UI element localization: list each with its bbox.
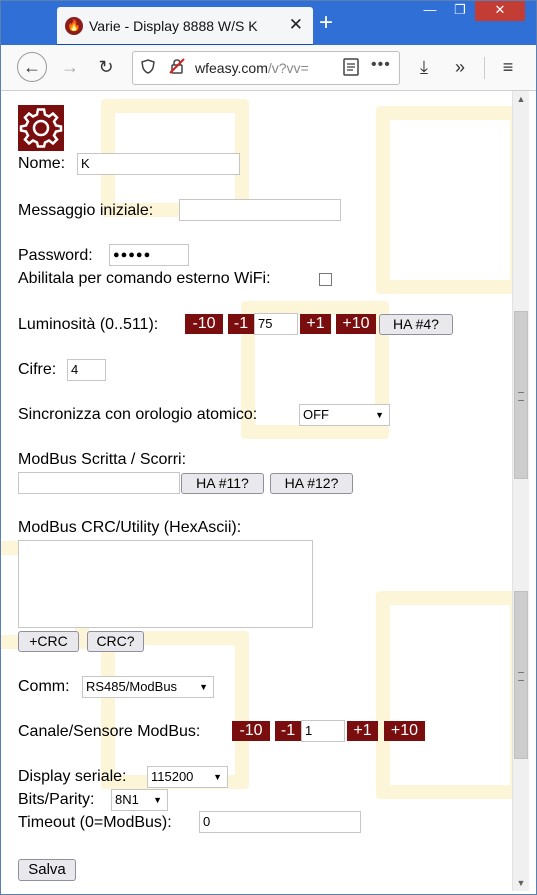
messaggio-input[interactable] [179, 199, 341, 221]
shield-icon[interactable] [141, 59, 155, 77]
modbus-scritta-label: ModBus Scritta / Scorri: [18, 451, 187, 468]
password-label: Password: [18, 247, 93, 264]
crc-label: ModBus CRC/Utility (HexAscii): [18, 519, 242, 536]
display-seriale-value: 115200 [151, 769, 194, 784]
sync-label: Sincronizza con orologio atomico: [18, 406, 258, 423]
display-seriale-label: Display seriale: [18, 768, 127, 785]
url-path: /v?vv= [267, 60, 309, 76]
ha4-button[interactable]: HA #4? [379, 314, 453, 335]
reader-view-icon[interactable] [343, 58, 359, 80]
url-bar[interactable]: wfeasy.com/v?vv= ••• [132, 51, 400, 85]
ha12-button[interactable]: HA #12? [270, 473, 353, 494]
check-crc-button[interactable]: CRC? [87, 631, 144, 652]
background-monitor-icon [376, 106, 512, 294]
cifre-label: Cifre: [18, 361, 57, 378]
luminosita-minus10-button[interactable]: -10 [185, 314, 223, 334]
insecure-lock-icon[interactable] [169, 58, 185, 77]
canale-input[interactable]: 1 [301, 720, 345, 742]
chevron-down-icon: ▼ [153, 795, 162, 805]
download-button[interactable]: ⤓ [409, 52, 439, 82]
tab-strip: 🔥 Varie - Display 8888 W/S K ✕ + — ❐ ✕ [1, 1, 536, 45]
luminosita-input[interactable]: 75 [254, 313, 298, 335]
page-scrollbar[interactable]: ▲ ▼ [512, 91, 529, 891]
grip-icon [518, 392, 524, 401]
bits-label: Bits/Parity: [18, 791, 95, 808]
scrollbar-thumb[interactable] [514, 311, 528, 479]
add-crc-button[interactable]: +CRC [18, 631, 79, 652]
close-icon[interactable]: ✕ [289, 15, 303, 35]
nav-toolbar: ← → ↻ wfeasy.com/v?vv= ••• ⤓ » ≡ [1, 45, 536, 91]
canale-label: Canale/Sensore ModBus: [18, 723, 201, 740]
url-text[interactable]: wfeasy.com/v?vv= [195, 60, 330, 76]
url-domain: wfeasy.com [195, 60, 268, 76]
password-input[interactable]: ●●●●● [109, 244, 189, 266]
toolbar-separator [484, 57, 485, 79]
comm-select[interactable]: RS485/ModBus ▼ [82, 676, 214, 698]
chevron-down-icon: ▼ [375, 410, 384, 420]
bits-select[interactable]: 8N1 ▼ [111, 789, 168, 811]
active-tab[interactable]: 🔥 Varie - Display 8888 W/S K ✕ [57, 7, 313, 45]
scrollbar-thumb-secondary[interactable] [514, 591, 528, 759]
messaggio-label: Messaggio iniziale: [18, 202, 154, 219]
modbus-scritta-input[interactable] [18, 472, 180, 494]
luminosita-label: Luminosità (0..511): [18, 316, 159, 333]
scroll-down-arrow-icon[interactable]: ▼ [513, 875, 529, 891]
timeout-label: Timeout (0=ModBus): [18, 814, 172, 831]
page-actions-icon[interactable]: ••• [371, 56, 391, 74]
window-close-button[interactable]: ✕ [475, 1, 525, 21]
canale-plus1-button[interactable]: +1 [347, 721, 378, 741]
back-button[interactable]: ← [17, 52, 47, 82]
save-button[interactable]: Salva [18, 859, 76, 881]
nome-input[interactable]: K [77, 153, 240, 175]
chevron-down-icon: ▼ [199, 682, 208, 692]
canale-plus10-button[interactable]: +10 [384, 721, 425, 741]
forward-button[interactable]: → [55, 52, 85, 82]
comm-label: Comm: [18, 678, 70, 695]
new-tab-button[interactable]: + [319, 11, 333, 35]
page-content: Nome: K Messaggio iniziale: Password: ●●… [1, 91, 512, 891]
sync-select-value: OFF [303, 407, 329, 422]
overflow-button[interactable]: » [445, 52, 475, 82]
display-seriale-select[interactable]: 115200 ▼ [147, 766, 228, 788]
settings-gear-icon[interactable] [18, 105, 64, 151]
canale-minus10-button[interactable]: -10 [232, 721, 270, 741]
reload-button[interactable]: ↻ [91, 52, 121, 82]
ha11-button[interactable]: HA #11? [181, 473, 264, 494]
browser-window: 🔥 Varie - Display 8888 W/S K ✕ + — ❐ ✕ ←… [0, 0, 537, 895]
canale-minus1-button[interactable]: -1 [275, 721, 301, 741]
timeout-input[interactable]: 0 [199, 811, 361, 833]
nome-label: Nome: [18, 155, 66, 172]
scroll-up-arrow-icon[interactable]: ▲ [513, 91, 529, 107]
luminosita-plus1-button[interactable]: +1 [300, 314, 331, 334]
luminosita-plus10-button[interactable]: +10 [336, 314, 376, 334]
bits-select-value: 8N1 [115, 792, 139, 807]
wifi-label: Abilitala per comando esterno WiFi: [18, 270, 271, 287]
comm-select-value: RS485/ModBus [86, 679, 178, 694]
sync-select[interactable]: OFF ▼ [299, 404, 390, 426]
cifre-input[interactable]: 4 [67, 359, 106, 381]
crc-textarea[interactable] [18, 540, 313, 628]
tab-title: Varie - Display 8888 W/S K [89, 18, 258, 34]
fire-favicon-icon: 🔥 [65, 17, 83, 35]
grip-icon [518, 672, 524, 681]
background-monitor-icon [376, 591, 512, 799]
luminosita-minus1-button[interactable]: -1 [228, 314, 254, 334]
minimize-button[interactable]: — [415, 1, 445, 21]
maximize-button[interactable]: ❐ [445, 1, 475, 21]
menu-button[interactable]: ≡ [493, 52, 523, 82]
wifi-checkbox[interactable] [319, 273, 332, 286]
chevron-down-icon: ▼ [213, 772, 222, 782]
